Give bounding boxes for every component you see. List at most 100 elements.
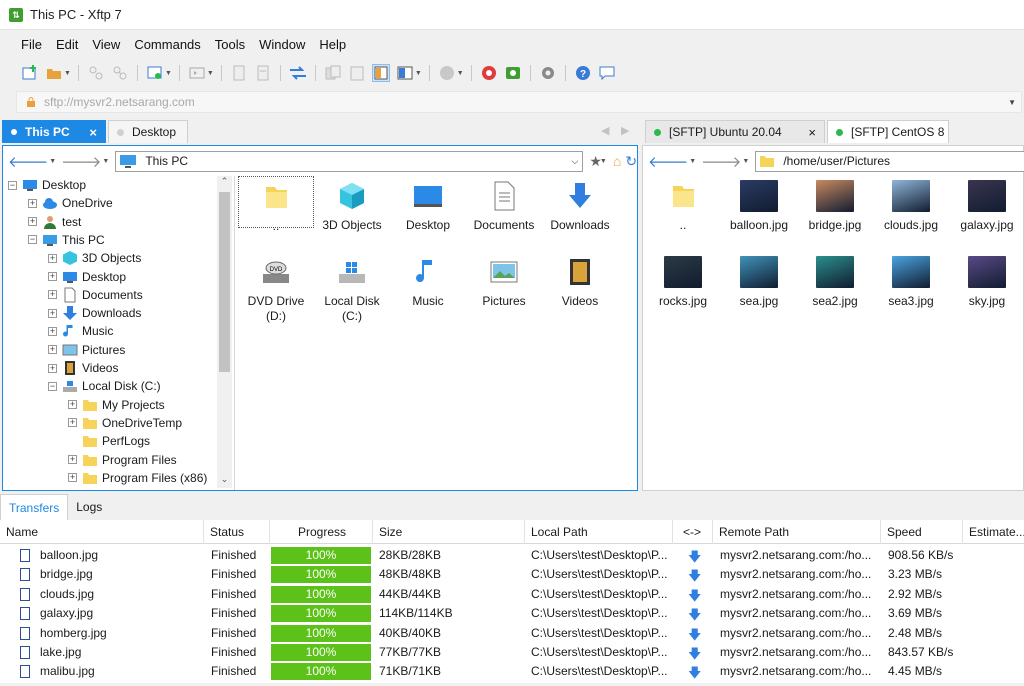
expand-icon[interactable]: + <box>68 418 77 428</box>
expand-icon[interactable]: + <box>48 345 57 355</box>
remote-file-item[interactable]: balloon.jpg <box>721 176 797 233</box>
connect-icon[interactable] <box>87 64 105 82</box>
menu-commands[interactable]: Commands <box>134 37 200 52</box>
remote-file-item[interactable]: sky.jpg <box>949 252 1024 309</box>
menu-tools[interactable]: Tools <box>215 37 245 52</box>
col-local-path[interactable]: Local Path <box>525 520 673 544</box>
scroll-thumb[interactable] <box>219 192 230 372</box>
collapse-icon[interactable]: − <box>28 235 37 245</box>
col-size[interactable]: Size <box>373 520 525 544</box>
refresh-icon[interactable]: ↻ <box>625 153 637 170</box>
table-row[interactable]: clouds.jpg Finished 44KB/44KB C:\Users\test… <box>0 585 1024 604</box>
tree-item[interactable]: − Desktop <box>8 176 86 194</box>
terminal-dropdown-icon[interactable]: ▼ <box>207 70 214 77</box>
remote-file-item[interactable]: clouds.jpg <box>873 176 949 233</box>
address-dropdown-icon[interactable]: ▼ <box>1008 98 1016 107</box>
tree-item[interactable]: − This PC <box>28 231 105 249</box>
file-item[interactable]: Downloads <box>542 176 618 233</box>
globe-icon[interactable] <box>438 64 456 82</box>
expand-icon[interactable]: + <box>68 455 77 464</box>
settings-gear-icon[interactable] <box>539 64 557 82</box>
menu-view[interactable]: View <box>92 37 120 52</box>
file-item[interactable]: Local Disk (C:) <box>314 252 390 324</box>
globe-dropdown-icon[interactable]: ▼ <box>457 70 464 77</box>
col-remote-path[interactable]: Remote Path <box>713 520 881 544</box>
col-direction[interactable]: <-> <box>673 520 713 544</box>
col-speed[interactable]: Speed <box>881 520 963 544</box>
tree-item[interactable]: + Pictures <box>48 341 125 359</box>
menu-help[interactable]: Help <box>319 37 346 52</box>
scroll-up-icon[interactable]: ⌃ <box>217 176 232 190</box>
expand-icon[interactable]: + <box>68 400 77 410</box>
expand-icon[interactable]: + <box>48 363 57 373</box>
expand-icon[interactable] <box>68 437 77 446</box>
sync-icon[interactable] <box>289 64 307 82</box>
table-row[interactable]: homberg.jpg Finished 40KB/40KB C:\Users\tes… <box>0 624 1024 643</box>
file-item[interactable]: .. <box>238 176 314 233</box>
path-dropdown-icon[interactable]: ⌵ <box>572 156 579 167</box>
col-status[interactable]: Status <box>204 520 270 544</box>
tree-item[interactable]: + Program Files <box>68 451 177 469</box>
home-folder-icon[interactable]: ⌂ <box>613 153 621 169</box>
bookmark-dropdown-icon[interactable]: ▼ <box>600 158 607 165</box>
terminal-icon[interactable] <box>188 64 206 82</box>
remote-file-item[interactable]: sea2.jpg <box>797 252 873 309</box>
table-row[interactable]: bridge.jpg Finished 48KB/48KB C:\Users\test… <box>0 565 1024 584</box>
clipboard-icon[interactable] <box>348 64 366 82</box>
paste-icon[interactable] <box>254 64 272 82</box>
address-input[interactable]: sftp://mysvr2.netsarang.com <box>44 95 1008 109</box>
scroll-down-icon[interactable]: ⌄ <box>217 474 232 488</box>
tree-item[interactable]: PerfLogs <box>68 432 150 450</box>
disconnect-icon[interactable] <box>111 64 129 82</box>
menu-edit[interactable]: Edit <box>56 37 78 52</box>
forward-dropdown-icon[interactable]: ▼ <box>742 158 749 165</box>
back-dropdown-icon[interactable]: ▼ <box>689 158 696 165</box>
back-dropdown-icon[interactable]: ▼ <box>49 158 56 165</box>
new-session-icon[interactable] <box>21 64 39 82</box>
open-folder-icon[interactable] <box>45 64 63 82</box>
tree-item[interactable]: + Documents <box>48 286 143 304</box>
close-tab-icon[interactable]: × <box>808 125 816 140</box>
duplicate-icon[interactable] <box>324 64 342 82</box>
tree-item[interactable]: + Downloads <box>48 304 141 322</box>
tab-this-pc[interactable]: This PC × <box>2 120 106 143</box>
file-item[interactable]: Pictures <box>466 252 542 309</box>
table-row[interactable]: lake.jpg Finished 77KB/77KB C:\Users\test\D… <box>0 643 1024 662</box>
address-bar[interactable]: sftp://mysvr2.netsarang.com ▼ <box>16 91 1022 113</box>
properties-dropdown-icon[interactable]: ▼ <box>165 70 172 77</box>
tree-item[interactable]: +3D Objects <box>48 249 141 267</box>
file-item[interactable]: DVD DVD Drive (D:) <box>238 252 314 324</box>
tree-item[interactable]: + test <box>28 213 81 231</box>
col-estimate[interactable]: Estimate... <box>963 520 1024 544</box>
back-arrow-icon[interactable]: 🡐 <box>8 152 48 171</box>
collapse-icon[interactable]: − <box>8 180 17 190</box>
properties-icon[interactable] <box>146 64 164 82</box>
remote-file-item[interactable]: galaxy.jpg <box>949 176 1024 233</box>
expand-icon[interactable]: + <box>48 272 57 281</box>
expand-icon[interactable]: + <box>28 198 37 208</box>
copy-icon[interactable] <box>230 64 248 82</box>
help-icon[interactable]: ? <box>574 64 592 82</box>
forward-arrow-icon[interactable]: 🡒 <box>701 152 741 171</box>
col-progress[interactable]: Progress <box>270 520 373 544</box>
tab-desktop[interactable]: Desktop <box>108 120 188 143</box>
tab-scroll-right-icon[interactable]: ▶ <box>621 124 629 137</box>
table-row[interactable]: balloon.jpg Finished 28KB/28KB C:\Users\tes… <box>0 546 1024 565</box>
collapse-icon[interactable]: − <box>48 381 57 391</box>
tab-scroll-left-icon[interactable]: ◀ <box>601 124 609 137</box>
col-name[interactable]: Name <box>0 520 204 544</box>
expand-icon[interactable]: + <box>48 290 57 300</box>
tree-scrollbar[interactable]: ⌃ ⌄ <box>217 176 232 488</box>
tree-item[interactable]: + Program Files (x86) <box>68 469 207 487</box>
menu-window[interactable]: Window <box>259 37 305 52</box>
tree-item[interactable]: + Videos <box>48 359 118 377</box>
remote-file-item[interactable]: .. <box>645 176 721 233</box>
tree-item[interactable]: + OneDriveTemp <box>68 414 182 432</box>
file-item[interactable]: Documents <box>466 176 542 233</box>
back-arrow-icon[interactable]: 🡐 <box>648 152 688 171</box>
tab-sftp-ubuntu[interactable]: [SFTP] Ubuntu 20.04 × <box>645 120 825 143</box>
remote-path-box[interactable]: /home/user/Pictures <box>755 150 1024 172</box>
table-row[interactable]: galaxy.jpg Finished 114KB/114KB C:\Users\te… <box>0 604 1024 623</box>
local-path-box[interactable]: This PC ⌵ <box>115 150 584 172</box>
expand-icon[interactable]: + <box>68 473 77 483</box>
